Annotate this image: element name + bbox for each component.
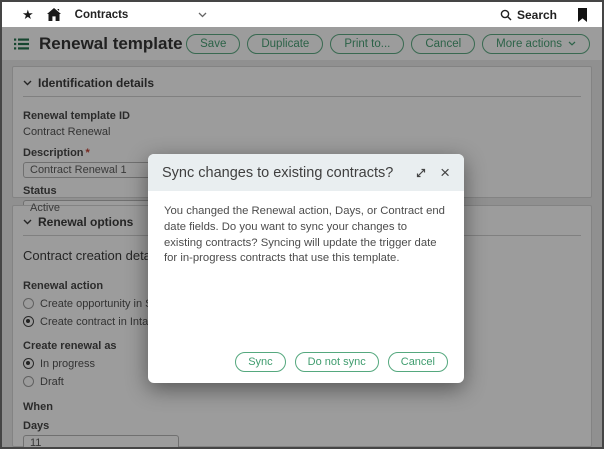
favorites-star-icon[interactable]: ★ xyxy=(22,8,34,21)
sync-changes-dialog: Sync changes to existing contracts? × Yo… xyxy=(148,154,464,383)
home-glyph xyxy=(47,8,61,21)
chevron-down-icon xyxy=(198,12,207,18)
home-icon[interactable] xyxy=(47,8,61,21)
dialog-footer: Sync Do not sync Cancel xyxy=(235,352,448,372)
dialog-header-icons: × xyxy=(415,164,450,181)
topbar-right-group: Search xyxy=(500,8,588,22)
star-glyph: ★ xyxy=(22,8,34,21)
dialog-cancel-button[interactable]: Cancel xyxy=(388,352,448,372)
search-icon xyxy=(500,9,512,21)
sync-button[interactable]: Sync xyxy=(235,352,285,372)
search-label: Search xyxy=(517,8,557,22)
bookmark-glyph xyxy=(577,8,588,22)
dialog-message: You changed the Renewal action, Days, or… xyxy=(148,191,464,267)
expand-dialog-icon[interactable] xyxy=(415,167,427,179)
dialog-header: Sync changes to existing contracts? × xyxy=(148,154,464,191)
close-dialog-icon[interactable]: × xyxy=(440,164,450,181)
search-button[interactable]: Search xyxy=(500,8,557,22)
app-menu-label: Contracts xyxy=(75,9,129,21)
bookmark-icon[interactable] xyxy=(577,8,588,22)
app-menu-contracts[interactable]: Contracts xyxy=(75,9,207,21)
expand-glyph xyxy=(415,167,427,179)
top-nav-bar: ★ Contracts Search xyxy=(2,2,602,27)
do-not-sync-button[interactable]: Do not sync xyxy=(295,352,379,372)
dialog-title: Sync changes to existing contracts? xyxy=(162,165,393,181)
app-window: ★ Contracts Search xyxy=(0,0,604,449)
